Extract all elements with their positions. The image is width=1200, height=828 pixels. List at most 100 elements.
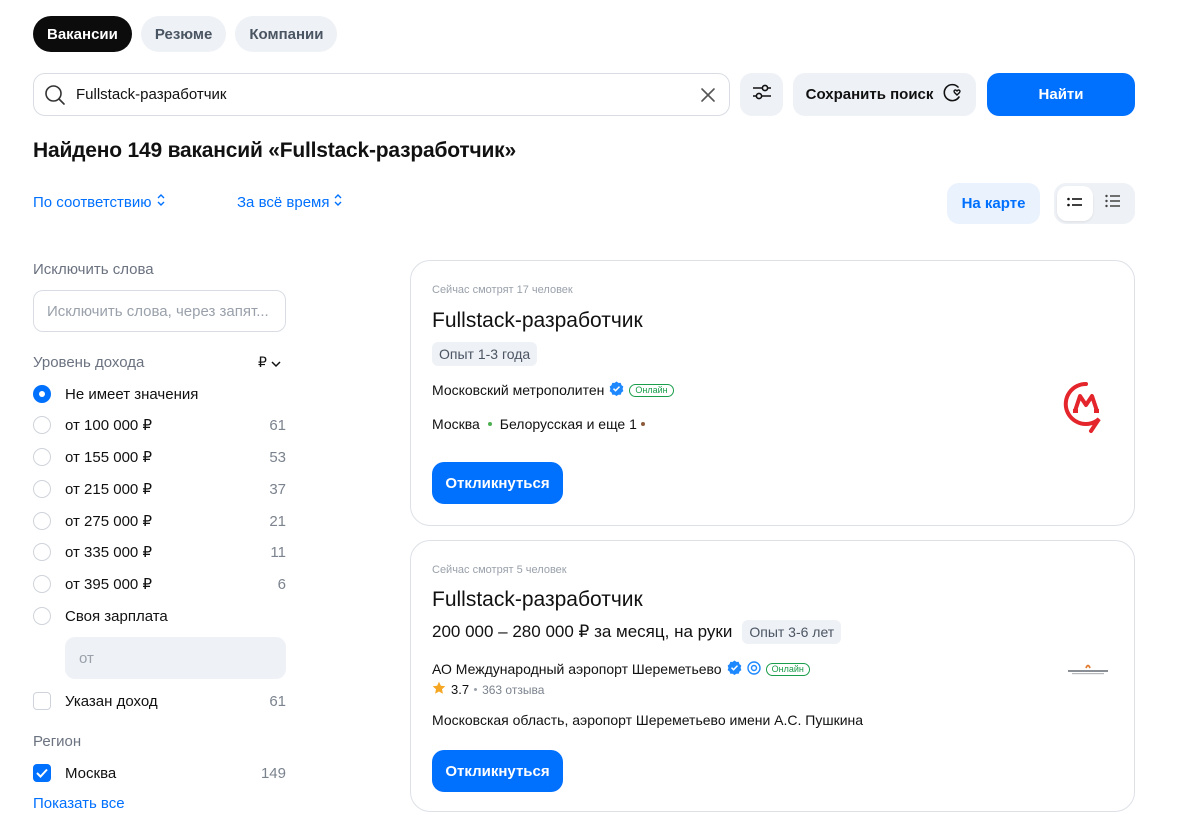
income-option-215k[interactable]: от 215 000 ₽ 37 [33, 477, 286, 501]
on-map-button[interactable]: На карте [947, 183, 1040, 224]
income-specified-count: 61 [269, 692, 286, 710]
experience-badge: Опыт 1-3 года [432, 342, 538, 366]
save-search-button[interactable]: Сохранить поиск [793, 73, 976, 116]
metro-line-dot [487, 422, 492, 426]
income-option-any[interactable]: Не имеет значения [33, 382, 286, 406]
income-specified-label: Указан доход [65, 692, 158, 710]
currency-dropdown[interactable]: ₽ [258, 354, 281, 371]
verified-icon [609, 381, 624, 399]
income-option-155k[interactable]: от 155 000 ₽ 53 [33, 445, 286, 469]
income-option-label: Не имеет значения [65, 385, 199, 403]
search-field [33, 73, 730, 116]
rating-value: 3.7 [451, 682, 470, 697]
apply-button[interactable]: Откликнуться [432, 750, 563, 792]
income-specified-checkbox-row[interactable]: Указан доход 61 [33, 689, 286, 713]
income-option-label: от 215 000 ₽ [65, 481, 152, 498]
list-icon [1067, 195, 1083, 213]
income-option-label: от 275 000 ₽ [65, 513, 152, 530]
income-option-label: от 100 000 ₽ [65, 417, 152, 434]
income-option-label: от 155 000 ₽ [65, 449, 152, 466]
income-option-label: от 335 000 ₽ [65, 544, 152, 561]
chevron-updown-icon [156, 193, 166, 211]
income-option-335k[interactable]: от 335 000 ₽ 11 [33, 540, 286, 564]
region-label: Регион [33, 733, 82, 750]
checkbox[interactable] [33, 692, 51, 710]
city-label: Москва [432, 416, 480, 432]
income-option-count: 11 [270, 543, 286, 561]
radio[interactable] [33, 480, 51, 498]
view-toggle [1054, 183, 1135, 224]
chevron-down-icon [271, 355, 281, 371]
online-badge: Онлайн [629, 383, 674, 397]
income-option-label: от 395 000 ₽ [65, 576, 152, 593]
page-title: Найдено 149 вакансий «Fullstack-разработ… [33, 139, 516, 162]
tab-companies[interactable]: Компании [235, 16, 338, 52]
compact-list-view-button[interactable] [1057, 186, 1093, 221]
moscow-metro-logo[interactable] [1063, 381, 1109, 440]
region-moscow-count: 149 [260, 764, 286, 782]
radio[interactable] [33, 448, 51, 466]
income-option-custom[interactable]: Своя зарплата [33, 604, 286, 628]
region-moscow-checkbox-row[interactable]: Москва 149 [33, 761, 286, 785]
location-row: Московская область, аэропорт Шереметьево… [432, 712, 863, 728]
radio[interactable] [33, 543, 51, 561]
tab-vacancies[interactable]: Вакансии [33, 16, 132, 52]
income-option-100k[interactable]: от 100 000 ₽ 61 [33, 413, 286, 437]
clear-icon[interactable] [687, 73, 729, 116]
viewers-count: Сейчас смотрят 17 человек [432, 284, 573, 296]
company-name-link[interactable]: АО Международный аэропорт Шереметьево [432, 661, 722, 677]
rating-row[interactable]: 3.7 363 отзыва [432, 681, 544, 698]
detailed-list-view-button[interactable] [1095, 186, 1131, 221]
radio[interactable] [33, 416, 51, 434]
category-tabs: Вакансии Резюме Компании [33, 16, 338, 52]
find-button[interactable]: Найти [987, 73, 1135, 116]
address-label: Московская область, аэропорт Шереметьево… [432, 712, 864, 728]
radio[interactable] [33, 575, 51, 593]
income-option-275k[interactable]: от 275 000 ₽ 21 [33, 509, 286, 533]
separator-dot [474, 688, 478, 691]
checkbox-checked[interactable] [33, 764, 51, 782]
vacancy-title-link[interactable]: Fullstack-разработчик [432, 588, 643, 612]
star-icon [432, 681, 446, 698]
reviews-count: 363 отзыва [482, 682, 545, 697]
experience-label: Опыт 1-3 года [432, 342, 538, 366]
vacancy-title-link[interactable]: Fullstack-разработчик [432, 309, 643, 333]
tab-resumes[interactable]: Резюме [140, 16, 227, 52]
chevron-updown-icon [333, 193, 343, 211]
company-row: Московский метрополитен Онлайн [432, 381, 674, 399]
sliders-icon [751, 81, 773, 108]
filters-button[interactable] [740, 73, 783, 116]
search-bar: Сохранить поиск Найти [33, 73, 1135, 116]
sort-relevance-dropdown[interactable]: По соответствию [33, 193, 166, 211]
apply-button[interactable]: Откликнуться [432, 462, 563, 504]
viewers-count: Сейчас смотрят 5 человек [432, 564, 567, 576]
save-search-label: Сохранить поиск [805, 86, 934, 103]
search-input[interactable] [76, 74, 687, 115]
vacancy-card: Сейчас смотрят 5 человек Fullstack-разра… [410, 540, 1135, 812]
metro-line-dot [640, 422, 645, 426]
sort-relevance-label: По соответствию [33, 193, 152, 211]
sheremetyevo-logo[interactable] [1066, 662, 1110, 683]
radio[interactable] [33, 607, 51, 625]
salary-row: 200 000 – 280 000 ₽ за месяц, на руки Оп… [432, 620, 842, 644]
salary-label: 200 000 – 280 000 ₽ за месяц, на руки [432, 622, 733, 641]
income-option-count: 21 [269, 512, 286, 530]
radio[interactable] [33, 512, 51, 530]
income-option-count: 61 [269, 416, 286, 434]
income-option-count: 53 [269, 448, 286, 466]
sort-period-dropdown[interactable]: За всё время [237, 193, 343, 211]
accredited-it-icon [746, 660, 761, 678]
custom-salary-input[interactable] [65, 637, 286, 679]
online-badge: Онлайн [765, 662, 810, 676]
sort-period-label: За всё время [237, 193, 330, 211]
income-option-count: 6 [277, 575, 286, 593]
currency-label: ₽ [258, 354, 267, 370]
income-option-395k[interactable]: от 395 000 ₽ 6 [33, 572, 286, 596]
company-name-link[interactable]: Московский метрополитен [432, 382, 604, 398]
exclude-words-input[interactable] [33, 290, 286, 332]
exclude-words-label: Исключить слова [33, 261, 154, 278]
radio-selected[interactable] [33, 385, 51, 403]
company-row: АО Международный аэропорт Шереметьево Он… [432, 660, 810, 678]
show-all-regions-link[interactable]: Показать все [33, 795, 125, 812]
detailed-list-icon [1105, 194, 1121, 213]
